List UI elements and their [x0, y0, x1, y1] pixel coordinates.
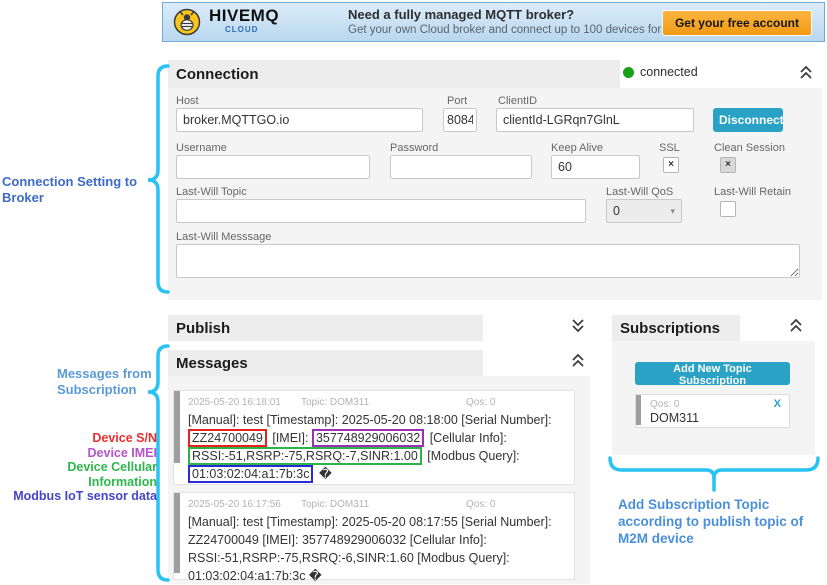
message-field-legend: Device S/N Device IMEI Device Cellular I…	[0, 431, 157, 504]
lastwill-retain-label: Last-Will Retain	[714, 186, 791, 198]
message-line: ZZ24700049 [IMEI]: 357748929006032 [Cell…	[188, 429, 552, 447]
username-input[interactable]	[176, 155, 370, 179]
publish-expand-icon[interactable]	[570, 318, 586, 333]
message-line: ZZ24700049 [IMEI]: 357748929006032 [Cell…	[188, 531, 552, 549]
lastwill-qos-value: 0	[613, 204, 620, 218]
annotation-brace-subscription	[608, 456, 820, 492]
annotation-brace-connection	[146, 64, 174, 294]
cellular-info-highlight: RSSI:-51,RSRP:-75,RSRQ:-7,SINR:1.00	[188, 447, 422, 465]
subscription-topic: DOM311	[650, 411, 699, 425]
message-accent-bar	[174, 493, 180, 573]
subscriptions-collapse-icon[interactable]	[788, 318, 804, 333]
clean-session-checkbox[interactable]: ×	[720, 157, 736, 173]
keepalive-label: Keep Alive	[551, 142, 603, 154]
lastwill-qos-select[interactable]: 0 ▾	[606, 199, 682, 223]
messages-collapse-icon[interactable]	[570, 353, 586, 368]
subscriptions-body: Add New Topic Subscription Qos: 0 X DOM3…	[612, 341, 815, 455]
clientid-input[interactable]	[496, 108, 694, 132]
subscriptions-header: Subscriptions	[612, 315, 740, 341]
message-topic: Topic: DOM311	[301, 397, 369, 408]
username-label: Username	[176, 142, 227, 154]
connection-collapse-icon[interactable]	[798, 65, 814, 80]
message-card: 2025-05-20 16:17:56 Topic: DOM311 Qos: 0…	[173, 492, 575, 580]
legend-device-sn: Device S/N	[0, 431, 157, 446]
modbus-query-highlight: 01:03:02:04:a1:7b:3c	[188, 465, 313, 483]
add-subscription-button[interactable]: Add New Topic Subscription	[635, 362, 790, 385]
message-line: 01:03:02:04:a1:7b:3c �	[188, 465, 552, 483]
hivemq-cloud-label: CLOUD	[225, 25, 258, 34]
connection-body: Host Port ClientID Disconnect Username P…	[168, 88, 822, 300]
get-free-account-button[interactable]: Get your free account	[662, 10, 812, 36]
subscription-item: Qos: 0 X DOM311	[635, 394, 790, 428]
banner-subtext: Get your own Cloud broker and connect up…	[348, 24, 687, 36]
message-accent-bar	[174, 391, 180, 463]
message-qos: Qos: 0	[466, 397, 495, 408]
subscription-accent-bar	[636, 395, 641, 425]
messages-note: Messages from Subscription	[57, 366, 157, 398]
connection-title: Connection	[176, 66, 259, 83]
banner-headline: Need a fully managed MQTT broker?	[348, 7, 574, 22]
message-timestamp: 2025-05-20 16:17:56	[188, 499, 281, 510]
connection-status-text: connected	[640, 65, 698, 79]
ssl-label: SSL	[659, 142, 680, 154]
clientid-label: ClientID	[498, 95, 537, 107]
disconnect-button[interactable]: Disconnect	[713, 108, 783, 132]
subscriptions-title: Subscriptions	[620, 320, 720, 337]
legend-device-imei: Device IMEI	[0, 446, 157, 461]
serial-number-highlight: ZZ24700049	[188, 429, 267, 447]
message-topic: Topic: DOM311	[301, 499, 369, 510]
publish-title: Publish	[176, 320, 230, 337]
message-line: 01:03:02:04:a1:7b:3c �	[188, 567, 552, 585]
message-line: RSSI:-51,RSRP:-75,RSRQ:-6,SINR:1.60 [Mod…	[188, 549, 552, 567]
message-line: RSSI:-51,RSRP:-75,RSRQ:-7,SINR:1.00 [Mod…	[188, 447, 552, 465]
ssl-checkbox[interactable]: ×	[663, 157, 679, 173]
lastwill-topic-label: Last-Will Topic	[176, 186, 247, 198]
password-input[interactable]	[390, 155, 532, 179]
connection-note: Connection Setting to Broker	[2, 174, 147, 206]
port-input[interactable]	[443, 108, 477, 132]
message-line: [Manual]: test [Timestamp]: 2025-05-20 0…	[188, 513, 552, 531]
lastwill-message-label: Last-Will Messsage	[176, 231, 271, 243]
message-timestamp: 2025-05-20 16:18:01	[188, 397, 281, 408]
message-line: [Manual]: test [Timestamp]: 2025-05-20 0…	[188, 411, 552, 429]
dropdown-caret-icon: ▾	[670, 206, 675, 217]
host-input[interactable]	[176, 108, 423, 132]
imei-highlight: 357748929006032	[312, 429, 424, 447]
lastwill-message-textarea[interactable]	[176, 244, 800, 278]
port-label: Port	[447, 95, 467, 107]
keepalive-input[interactable]	[551, 155, 640, 179]
password-label: Password	[390, 142, 438, 154]
subscription-note: Add Subscription Topic according to publ…	[618, 496, 823, 547]
lastwill-retain-checkbox[interactable]	[720, 201, 736, 217]
host-label: Host	[176, 95, 199, 107]
messages-title: Messages	[176, 355, 248, 372]
remove-subscription-icon[interactable]: X	[774, 398, 781, 410]
messages-body: 2025-05-20 16:18:01 Topic: DOM311 Qos: 0…	[168, 376, 590, 584]
messages-header: Messages	[168, 350, 483, 376]
subscription-qos: Qos: 0	[650, 399, 679, 410]
clean-session-label: Clean Session	[714, 142, 785, 154]
lastwill-qos-label: Last-Will QoS	[606, 186, 673, 198]
legend-device-cellular: Device Cellular Information	[0, 460, 157, 489]
connected-status-icon	[623, 67, 634, 78]
connection-header: Connection	[168, 60, 620, 88]
legend-modbus-data: Modbus IoT sensor data	[0, 489, 157, 504]
hivemq-logo-text: HIVEMQ	[209, 7, 279, 24]
hivemq-banner: HIVEMQ CLOUD Need a fully managed MQTT b…	[162, 2, 825, 42]
publish-header: Publish	[168, 315, 483, 341]
bee-icon	[173, 8, 201, 36]
message-card: 2025-05-20 16:18:01 Topic: DOM311 Qos: 0…	[173, 390, 575, 485]
lastwill-topic-input[interactable]	[176, 199, 586, 223]
message-qos: Qos: 0	[466, 499, 495, 510]
